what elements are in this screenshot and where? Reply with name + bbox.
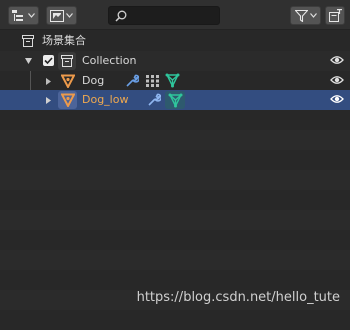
- tree-line: [30, 71, 31, 91]
- new-collection-button[interactable]: [325, 6, 345, 25]
- collection-icon-bg: [58, 52, 76, 70]
- funnel-filter-icon: [294, 9, 308, 22]
- outliner-row-dog[interactable]: Dog: [0, 71, 350, 91]
- object-mesh-icon: [61, 74, 75, 88]
- empty-row: [0, 150, 350, 170]
- empty-row: [0, 230, 350, 250]
- outliner-row-collection[interactable]: Collection: [0, 51, 350, 71]
- grid-icon[interactable]: [146, 75, 159, 87]
- outliner-row-scene-collection[interactable]: 场景集合: [0, 31, 350, 51]
- chevron-down-icon: [28, 13, 35, 18]
- object-mesh-icon: [60, 93, 75, 107]
- outliner-header: [0, 0, 350, 30]
- search-field[interactable]: [108, 6, 220, 25]
- search-icon: [115, 10, 127, 22]
- collapsed-triangle-icon[interactable]: [46, 97, 51, 104]
- checkmark-icon: [44, 57, 53, 65]
- empty-row: [0, 110, 350, 130]
- filter-popover-button[interactable]: [290, 6, 321, 25]
- collection-checkbox[interactable]: [43, 55, 54, 66]
- new-collection-icon: [328, 9, 342, 22]
- collapsed-triangle-icon[interactable]: [46, 78, 51, 85]
- outliner-row-dog-low[interactable]: Dog_low: [0, 90, 350, 110]
- outliner-display-mode-icon: [12, 9, 23, 21]
- empty-row: [0, 270, 350, 290]
- active-object-highlight: [58, 91, 77, 109]
- empty-row: [0, 130, 350, 150]
- empty-row: [0, 250, 350, 270]
- scene-collection-icon: [22, 35, 34, 47]
- collection-icon: [61, 55, 73, 67]
- chevron-down-icon: [309, 13, 317, 18]
- empty-row: [0, 190, 350, 210]
- active-mesh-highlight: [165, 91, 185, 109]
- wrench-icon[interactable]: [147, 93, 161, 107]
- search-input[interactable]: [131, 7, 217, 24]
- filter-dropdown[interactable]: [46, 6, 77, 25]
- object-label: Dog: [82, 74, 105, 87]
- eye-icon[interactable]: [330, 55, 344, 65]
- empty-row: [0, 310, 350, 330]
- mesh-data-icon[interactable]: [168, 93, 183, 108]
- expand-triangle-icon[interactable]: [25, 58, 32, 64]
- empty-row: [0, 210, 350, 230]
- chevron-down-icon: [66, 13, 73, 18]
- eye-icon[interactable]: [330, 94, 344, 104]
- object-label: Dog_low: [82, 93, 129, 106]
- eye-icon[interactable]: [330, 75, 344, 85]
- empty-row: [0, 170, 350, 190]
- mesh-data-icon[interactable]: [165, 73, 180, 88]
- scene-collection-label: 场景集合: [42, 34, 86, 47]
- image-filter-icon: [50, 9, 64, 22]
- wrench-icon[interactable]: [125, 74, 139, 88]
- collection-label: Collection: [82, 54, 137, 67]
- watermark-text: https://blog.csdn.net/hello_tute: [136, 290, 340, 305]
- display-mode-dropdown[interactable]: [8, 6, 39, 25]
